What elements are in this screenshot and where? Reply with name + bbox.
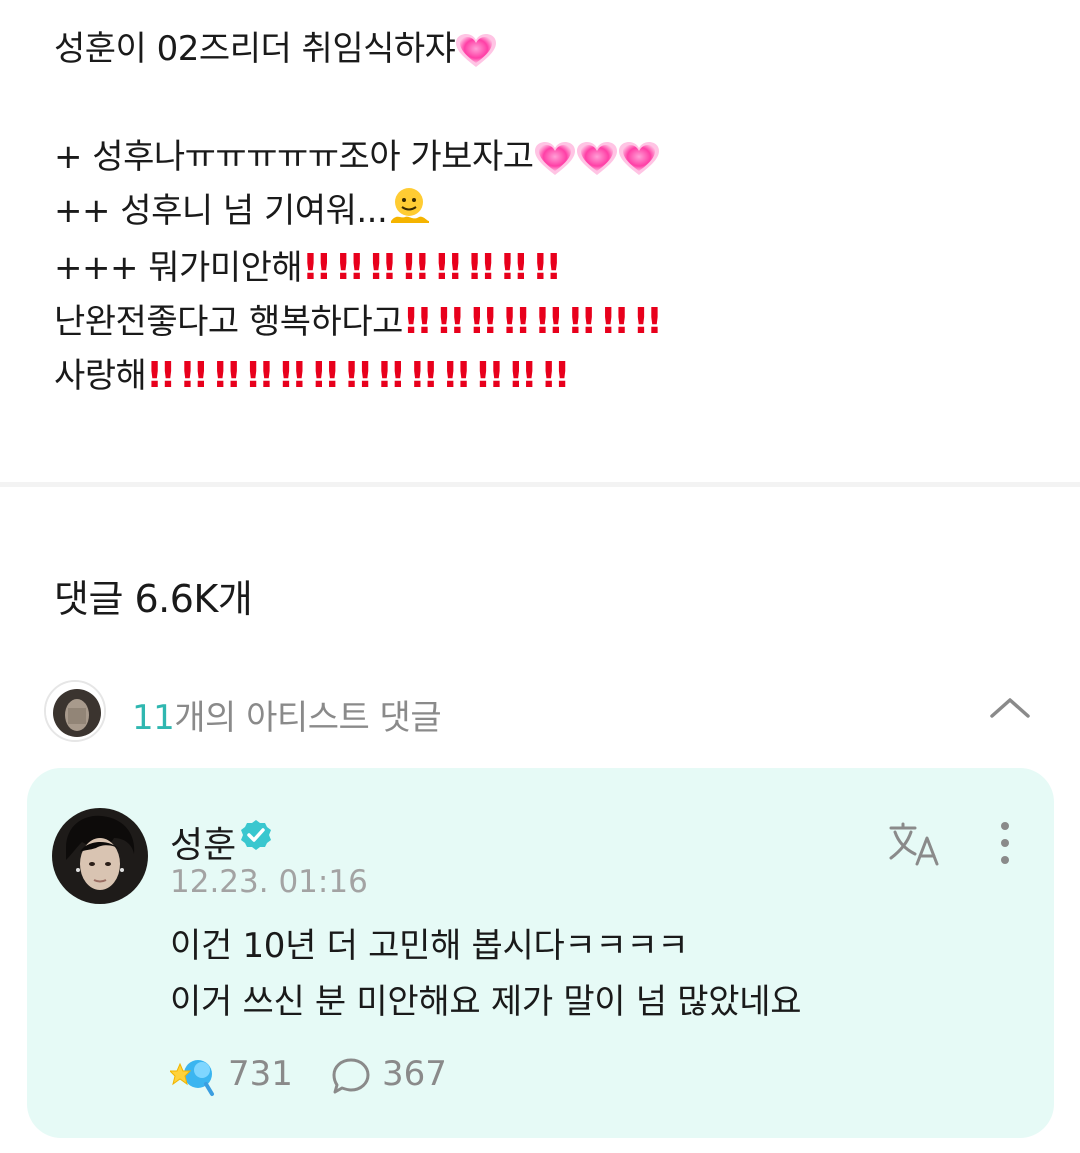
double-exclamation-emoji: !!	[441, 354, 472, 396]
post-line: +++ 뭐가미안해!!!!!!!!!!!!!!!!	[54, 241, 1054, 295]
post-line: 사랑해!!!!!!!!!!!!!!!!!!!!!!!!!!	[54, 349, 1054, 403]
artist-comments-toggle[interactable]: 11개의 아티스트 댓글	[44, 680, 1034, 742]
double-exclamation-emoji: !!	[277, 354, 308, 396]
reply-icon[interactable]	[330, 1056, 372, 1096]
chevron-up-icon[interactable]	[986, 692, 1034, 722]
heart-emoji	[618, 141, 660, 177]
double-exclamation-emoji: !!	[599, 300, 630, 342]
comment-author[interactable]: 성훈	[170, 816, 236, 868]
double-exclamation-emoji: !!	[402, 300, 433, 342]
double-exclamation-emoji: !!	[499, 246, 529, 288]
melting-face-emoji	[387, 185, 431, 241]
double-exclamation-emoji: !!	[212, 354, 242, 396]
post-line: 난완전좋다고 행복하다고!!!!!!!!!!!!!!!!	[54, 295, 1054, 349]
heart-emoji	[576, 141, 618, 177]
double-exclamation-emoji: !!	[310, 354, 341, 396]
double-exclamation-emoji: !!	[474, 354, 505, 396]
heart-emoji	[534, 141, 576, 177]
avatar[interactable]	[52, 808, 148, 904]
artist-avatar	[44, 680, 106, 742]
double-exclamation-emoji: !!	[335, 246, 365, 288]
double-exclamation-emoji: !!	[534, 300, 564, 342]
double-exclamation-emoji: !!	[343, 354, 373, 396]
double-exclamation-emoji: !!	[376, 354, 406, 396]
reply-count: 367	[382, 1054, 447, 1094]
double-exclamation-emoji: !!	[507, 354, 538, 396]
artist-comments-text: 개의 아티스트 댓글	[174, 698, 442, 738]
post-text: 사랑해	[54, 355, 147, 396]
double-exclamation-emoji: !!	[433, 246, 464, 288]
comment-text-line: 이건 10년 더 고민해 봅시다ㅋㅋㅋㅋ	[170, 926, 689, 966]
artist-comments-count: 11	[132, 698, 175, 738]
double-exclamation-emoji: !!	[466, 246, 496, 288]
more-vertical-icon[interactable]	[997, 820, 1013, 866]
double-exclamation-emoji: !!	[468, 300, 499, 342]
post-text: ++ 성후니 넘 기여워...	[54, 191, 388, 231]
comments-count: 댓글 6.6K개	[54, 577, 253, 621]
artist-comments-label: 11개의 아티스트 댓글	[132, 690, 442, 739]
double-exclamation-emoji: !!	[179, 354, 209, 396]
double-exclamation-emoji: !!	[367, 246, 398, 288]
post-line: ++ 성후니 넘 기여워...	[54, 184, 1054, 241]
double-exclamation-emoji: !!	[632, 300, 663, 342]
double-exclamation-emoji: !!	[409, 354, 439, 396]
double-exclamation-emoji: !!	[146, 354, 176, 396]
like-icon[interactable]	[170, 1054, 218, 1098]
like-count: 731	[228, 1054, 293, 1094]
double-exclamation-emoji: !!	[302, 246, 332, 288]
post-text: +++ 뭐가미안해	[54, 247, 303, 288]
double-exclamation-emoji: !!	[501, 300, 531, 342]
section-divider	[0, 482, 1080, 487]
post-text: 난완전좋다고 행복하다고	[54, 301, 403, 342]
double-exclamation-emoji: !!	[400, 246, 431, 288]
translate-icon[interactable]	[887, 820, 943, 868]
comment-text-line: 이거 쓰신 분 미안해요 제가 말이 넘 많았네요	[170, 982, 802, 1022]
post-body: 성훈이 02즈리더 취임식하쟈 + 성후나ㅠㅠㅠㅠㅠ조아 가보자고 ++ 성후니…	[54, 22, 1054, 403]
comment-timestamp: 12.23. 01:16	[170, 864, 368, 900]
heart-emoji	[455, 33, 497, 69]
double-exclamation-emoji: !!	[540, 354, 570, 396]
double-exclamation-emoji: !!	[567, 300, 597, 342]
post-line: + 성후나ㅠㅠㅠㅠㅠ조아 가보자고	[54, 130, 1054, 184]
artist-comment-card: 성훈 12.23. 01:16 이건 10년 더 고민해 봅시다ㅋㅋㅋㅋ 이거 …	[27, 768, 1054, 1138]
post-text: 성훈이 02즈리더 취임식하쟈	[54, 29, 456, 69]
double-exclamation-emoji: !!	[435, 300, 466, 342]
post-text: + 성후나ㅠㅠㅠㅠㅠ조아 가보자고	[54, 137, 534, 177]
double-exclamation-emoji: !!	[244, 354, 275, 396]
double-exclamation-emoji: !!	[532, 246, 562, 288]
comment-text: 이건 10년 더 고민해 봅시다ㅋㅋㅋㅋ 이거 쓰신 분 미안해요 제가 말이 …	[170, 918, 802, 1030]
verified-icon	[241, 820, 271, 850]
post-line: 성훈이 02즈리더 취임식하쟈	[54, 22, 1054, 76]
